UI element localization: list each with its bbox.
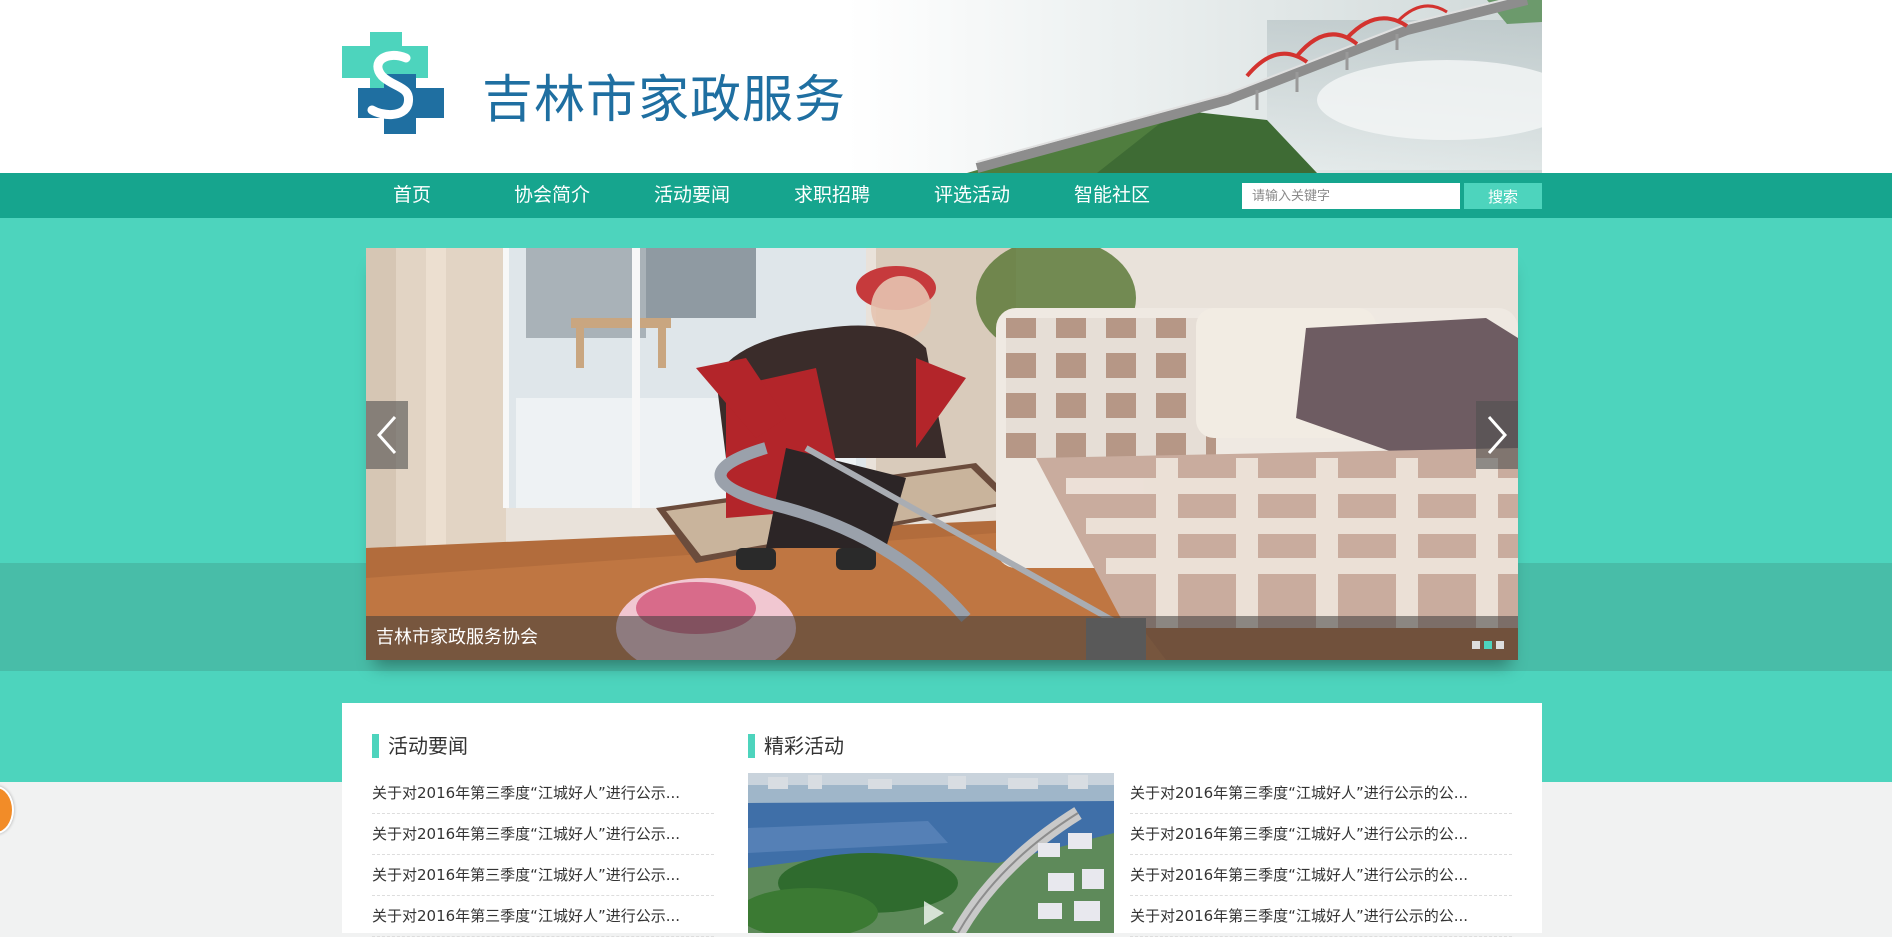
activity-list-item[interactable]: 关于对2016年第三季度“江城好人”进行公示的公... bbox=[1130, 896, 1512, 937]
chevron-left-icon bbox=[376, 416, 397, 454]
slide-caption-bar: 吉林市家政服务协会 bbox=[366, 616, 1518, 660]
chevron-right-icon bbox=[1487, 416, 1508, 454]
header-bridge-photo bbox=[847, 0, 1542, 173]
news-list-item[interactable]: 关于对2016年第三季度“江城好人”进行公示... bbox=[372, 773, 714, 814]
activities-list: 关于对2016年第三季度“江城好人”进行公示的公... 关于对2016年第三季度… bbox=[1130, 773, 1512, 937]
main-navbar: 首页 协会简介 活动要闻 求职招聘 评选活动 智能社区 搜索 bbox=[0, 173, 1892, 218]
slider-dot-2[interactable] bbox=[1484, 641, 1492, 649]
slider-next-button[interactable] bbox=[1476, 401, 1518, 469]
activities-section-title: 精彩活动 bbox=[764, 734, 844, 758]
activity-aerial-photo[interactable] bbox=[748, 773, 1114, 933]
activity-list-item[interactable]: 关于对2016年第三季度“江城好人”进行公示的公... bbox=[1130, 773, 1512, 814]
slide-image-cleaning bbox=[366, 248, 1518, 660]
activity-list-item[interactable]: 关于对2016年第三季度“江城好人”进行公示的公... bbox=[1130, 814, 1512, 855]
nav-item-jobs[interactable]: 求职招聘 bbox=[762, 173, 902, 218]
section-marker bbox=[748, 734, 755, 758]
nav-inner: 首页 协会简介 活动要闻 求职招聘 评选活动 智能社区 搜索 bbox=[342, 173, 1542, 218]
slide-caption: 吉林市家政服务协会 bbox=[376, 627, 538, 648]
news-section-title: 活动要闻 bbox=[388, 734, 468, 758]
news-list-item[interactable]: 关于对2016年第三季度“江城好人”进行公示... bbox=[372, 814, 714, 855]
nav-item-news[interactable]: 活动要闻 bbox=[622, 173, 762, 218]
header-inner: 吉林市家政服务协会 bbox=[342, 0, 1542, 173]
activity-list-item[interactable]: 关于对2016年第三季度“江城好人”进行公示的公... bbox=[1130, 855, 1512, 896]
slider-prev-button[interactable] bbox=[366, 401, 408, 469]
nav-item-home[interactable]: 首页 bbox=[342, 173, 482, 218]
slider-dot-1[interactable] bbox=[1472, 641, 1480, 649]
nav-item-selection[interactable]: 评选活动 bbox=[902, 173, 1042, 218]
news-list: 关于对2016年第三季度“江城好人”进行公示... 关于对2016年第三季度“江… bbox=[372, 773, 714, 937]
nav-item-about[interactable]: 协会简介 bbox=[482, 173, 622, 218]
search-button[interactable]: 搜索 bbox=[1464, 183, 1542, 209]
hero-slider[interactable]: 吉林市家政服务协会 bbox=[366, 248, 1518, 660]
search-input[interactable] bbox=[1242, 183, 1460, 209]
content-area: 活动要闻 关于对2016年第三季度“江城好人”进行公示... 关于对2016年第… bbox=[342, 703, 1542, 937]
site-header: 吉林市家政服务协会 bbox=[0, 0, 1892, 173]
news-list-item[interactable]: 关于对2016年第三季度“江城好人”进行公示... bbox=[372, 896, 714, 937]
floating-side-button[interactable] bbox=[0, 786, 14, 834]
news-list-item[interactable]: 关于对2016年第三季度“江城好人”进行公示... bbox=[372, 855, 714, 896]
slider-dot-3[interactable] bbox=[1496, 641, 1504, 649]
slider-dots bbox=[1468, 634, 1504, 653]
section-marker bbox=[372, 734, 379, 758]
association-logo[interactable] bbox=[342, 32, 444, 134]
nav-item-community[interactable]: 智能社区 bbox=[1042, 173, 1182, 218]
